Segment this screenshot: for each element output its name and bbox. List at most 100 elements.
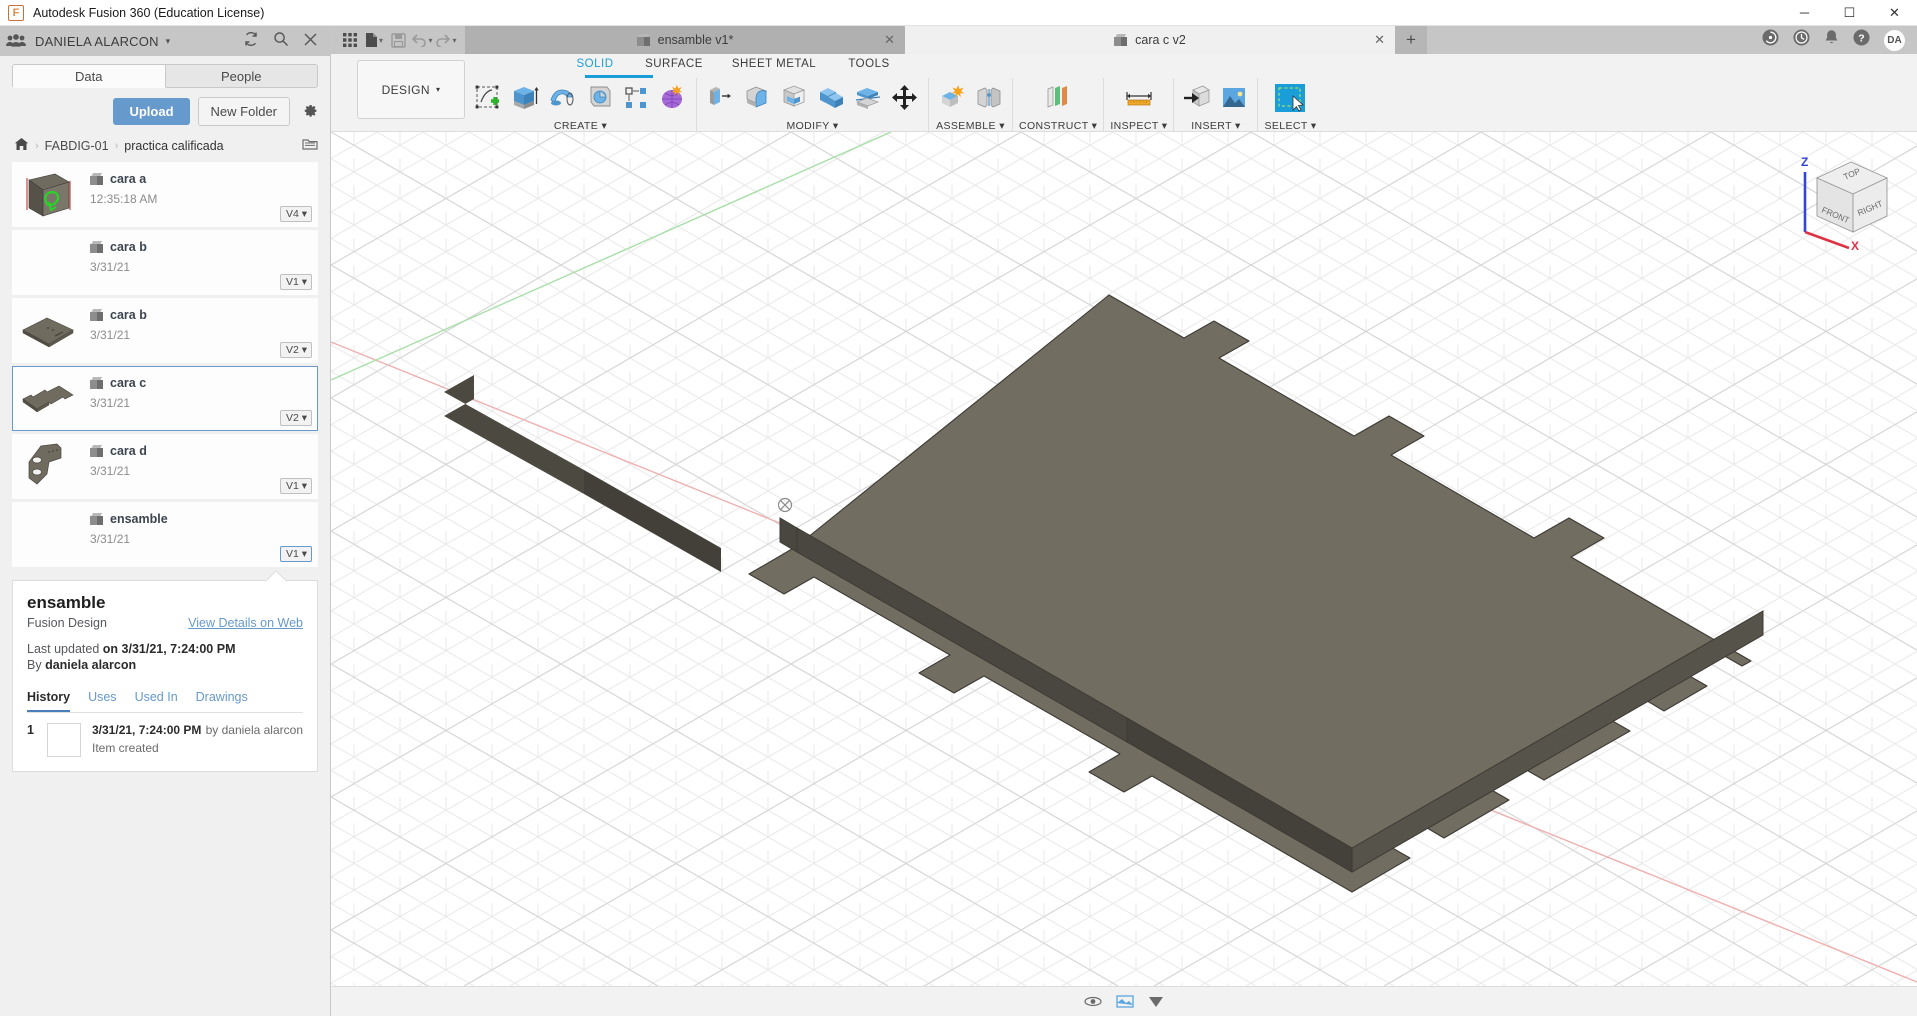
offset-plane-icon[interactable] xyxy=(1041,81,1075,115)
close-panel-icon[interactable] xyxy=(303,32,318,51)
new-folder-button[interactable]: New Folder xyxy=(197,97,290,126)
thumbnail xyxy=(17,232,79,294)
fillet-icon[interactable] xyxy=(740,81,774,115)
version-badge[interactable]: V1 ▾ xyxy=(279,274,312,290)
job-status-icon[interactable] xyxy=(1762,29,1779,51)
create-sketch-icon[interactable] xyxy=(471,81,505,115)
refresh-icon[interactable] xyxy=(243,31,259,51)
home-icon[interactable] xyxy=(14,137,29,154)
list-item-selected[interactable]: cara c 3/31/21 V2 ▾ xyxy=(12,366,318,431)
app-grid-icon[interactable] xyxy=(339,29,361,51)
tab-data[interactable]: Data xyxy=(12,64,166,88)
close-tab-icon[interactable]: ✕ xyxy=(884,32,895,48)
group-label-assemble[interactable]: ASSEMBLE ▾ xyxy=(936,120,1005,132)
file-date: 12:35:18 AM xyxy=(90,192,158,206)
measure-icon[interactable] xyxy=(1122,81,1156,115)
modify-tools xyxy=(703,78,922,118)
team-caret-icon[interactable]: ▾ xyxy=(166,36,171,47)
undo-icon[interactable]: ▾ xyxy=(411,29,433,51)
minimize-button[interactable]: ─ xyxy=(1782,0,1827,26)
orbit-icon[interactable] xyxy=(1084,994,1102,1009)
new-component-icon[interactable] xyxy=(935,81,969,115)
tab-surface[interactable]: SURFACE xyxy=(629,58,719,70)
group-label-create[interactable]: CREATE ▾ xyxy=(554,120,607,132)
group-label-select[interactable]: SELECT ▾ xyxy=(1264,120,1316,132)
joint-icon[interactable] xyxy=(972,81,1006,115)
folder-options-icon[interactable] xyxy=(302,137,318,154)
maximize-button[interactable]: ☐ xyxy=(1827,0,1872,26)
tab-sheet-metal[interactable]: SHEET METAL xyxy=(719,58,829,70)
combine-icon[interactable] xyxy=(814,81,848,115)
recent-activity-icon[interactable] xyxy=(1793,29,1810,51)
file-details-card: ensamble Fusion Design View Details on W… xyxy=(12,570,318,772)
version-badge[interactable]: V2 ▾ xyxy=(279,342,312,358)
new-tab-button[interactable]: + xyxy=(1395,26,1427,54)
list-item[interactable]: cara b 3/31/21 V1 ▾ xyxy=(12,230,318,295)
list-item[interactable]: cara b 3/31/21 V2 ▾ xyxy=(12,298,318,363)
viewport-canvas[interactable]: Z X TOP FRONT RIGHT xyxy=(331,132,1917,986)
redo-caret-icon[interactable]: ▾ xyxy=(452,36,456,45)
version-badge-active[interactable]: V1 ▾ xyxy=(279,546,312,562)
grid-snap-icon[interactable] xyxy=(1148,995,1164,1009)
extrude-icon[interactable] xyxy=(508,81,542,115)
form-icon[interactable] xyxy=(656,81,690,115)
list-item[interactable]: cara a 12:35:18 AM V4 ▾ xyxy=(12,162,318,227)
move-copy-icon[interactable] xyxy=(888,81,922,115)
view-cube[interactable]: Z X TOP FRONT RIGHT xyxy=(1787,144,1905,252)
tab-history[interactable]: History xyxy=(27,690,71,712)
notifications-icon[interactable] xyxy=(1824,29,1839,51)
insert-derive-icon[interactable] xyxy=(1180,81,1214,115)
tab-used-in[interactable]: Used In xyxy=(135,690,178,712)
group-label-inspect[interactable]: INSPECT ▾ xyxy=(1110,120,1167,132)
tab-drawings[interactable]: Drawings xyxy=(196,690,248,712)
tab-uses[interactable]: Uses xyxy=(88,690,116,712)
file-name-label: cara d xyxy=(110,444,147,458)
pattern-icon[interactable] xyxy=(619,81,653,115)
document-tab-cara-c[interactable]: cara c v2 ✕ xyxy=(905,26,1395,54)
history-row[interactable]: 1 3/31/21, 7:24:00 PM by daniela alarcon… xyxy=(27,713,303,761)
document-tab-ensamble[interactable]: ensamble v1* ✕ xyxy=(465,26,905,54)
revolve-icon[interactable] xyxy=(545,81,579,115)
search-icon[interactable] xyxy=(273,31,289,51)
group-label-modify[interactable]: MODIFY ▾ xyxy=(786,120,838,132)
version-badge[interactable]: V2 ▾ xyxy=(279,410,312,426)
gear-icon[interactable] xyxy=(302,101,318,122)
close-tab-icon[interactable]: ✕ xyxy=(1374,32,1385,48)
display-settings-icon[interactable] xyxy=(1116,994,1134,1010)
sweep-icon[interactable] xyxy=(582,81,616,115)
select-window-icon[interactable] xyxy=(1273,81,1307,115)
new-file-icon[interactable]: ▾ xyxy=(363,29,385,51)
tab-solid[interactable]: SOLID xyxy=(561,58,629,70)
list-item[interactable]: ensamble 3/31/21 V1 ▾ xyxy=(12,502,318,567)
tab-tools[interactable]: TOOLS xyxy=(829,58,909,70)
version-badge[interactable]: V4 ▾ xyxy=(279,206,312,222)
redo-icon[interactable]: ▾ xyxy=(435,29,457,51)
breadcrumb-item-folder[interactable]: practica calificada xyxy=(124,139,223,153)
file-meta: cara c 3/31/21 xyxy=(90,367,146,410)
split-face-icon[interactable] xyxy=(851,81,885,115)
ribbon-tabs: SOLID SURFACE SHEET METAL TOOLS xyxy=(465,54,1917,74)
group-label-insert[interactable]: INSERT ▾ xyxy=(1191,120,1241,132)
breadcrumb: › FABDIG-01 › practica calificada xyxy=(0,133,330,162)
shell-icon[interactable] xyxy=(777,81,811,115)
upload-button[interactable]: Upload xyxy=(113,98,190,125)
help-icon[interactable]: ? xyxy=(1853,29,1870,51)
design-cube-icon xyxy=(90,172,104,186)
save-icon[interactable] xyxy=(387,29,409,51)
insert-canvas-icon[interactable] xyxy=(1217,81,1251,115)
team-name[interactable]: DANIELA ALARCON xyxy=(35,34,159,49)
file-date: 3/31/21 xyxy=(90,328,131,342)
close-window-button[interactable]: ✕ xyxy=(1872,0,1917,26)
list-item[interactable]: cara d 3/31/21 V1 ▾ xyxy=(12,434,318,499)
version-badge[interactable]: V1 ▾ xyxy=(279,478,312,494)
group-label-construct[interactable]: CONSTRUCT ▾ xyxy=(1019,120,1097,132)
new-file-caret-icon[interactable]: ▾ xyxy=(379,36,383,45)
tab-people[interactable]: People xyxy=(165,64,318,88)
undo-caret-icon[interactable]: ▾ xyxy=(428,36,432,45)
breadcrumb-item-project[interactable]: FABDIG-01 xyxy=(45,139,109,153)
history-text: 3/31/21, 7:24:00 PM by daniela alarcon I… xyxy=(92,723,303,755)
avatar[interactable]: DA xyxy=(1884,29,1905,51)
workspace-selector[interactable]: DESIGN ▾ xyxy=(357,60,465,119)
press-pull-icon[interactable] xyxy=(703,81,737,115)
view-details-on-web-link[interactable]: View Details on Web xyxy=(188,616,303,630)
